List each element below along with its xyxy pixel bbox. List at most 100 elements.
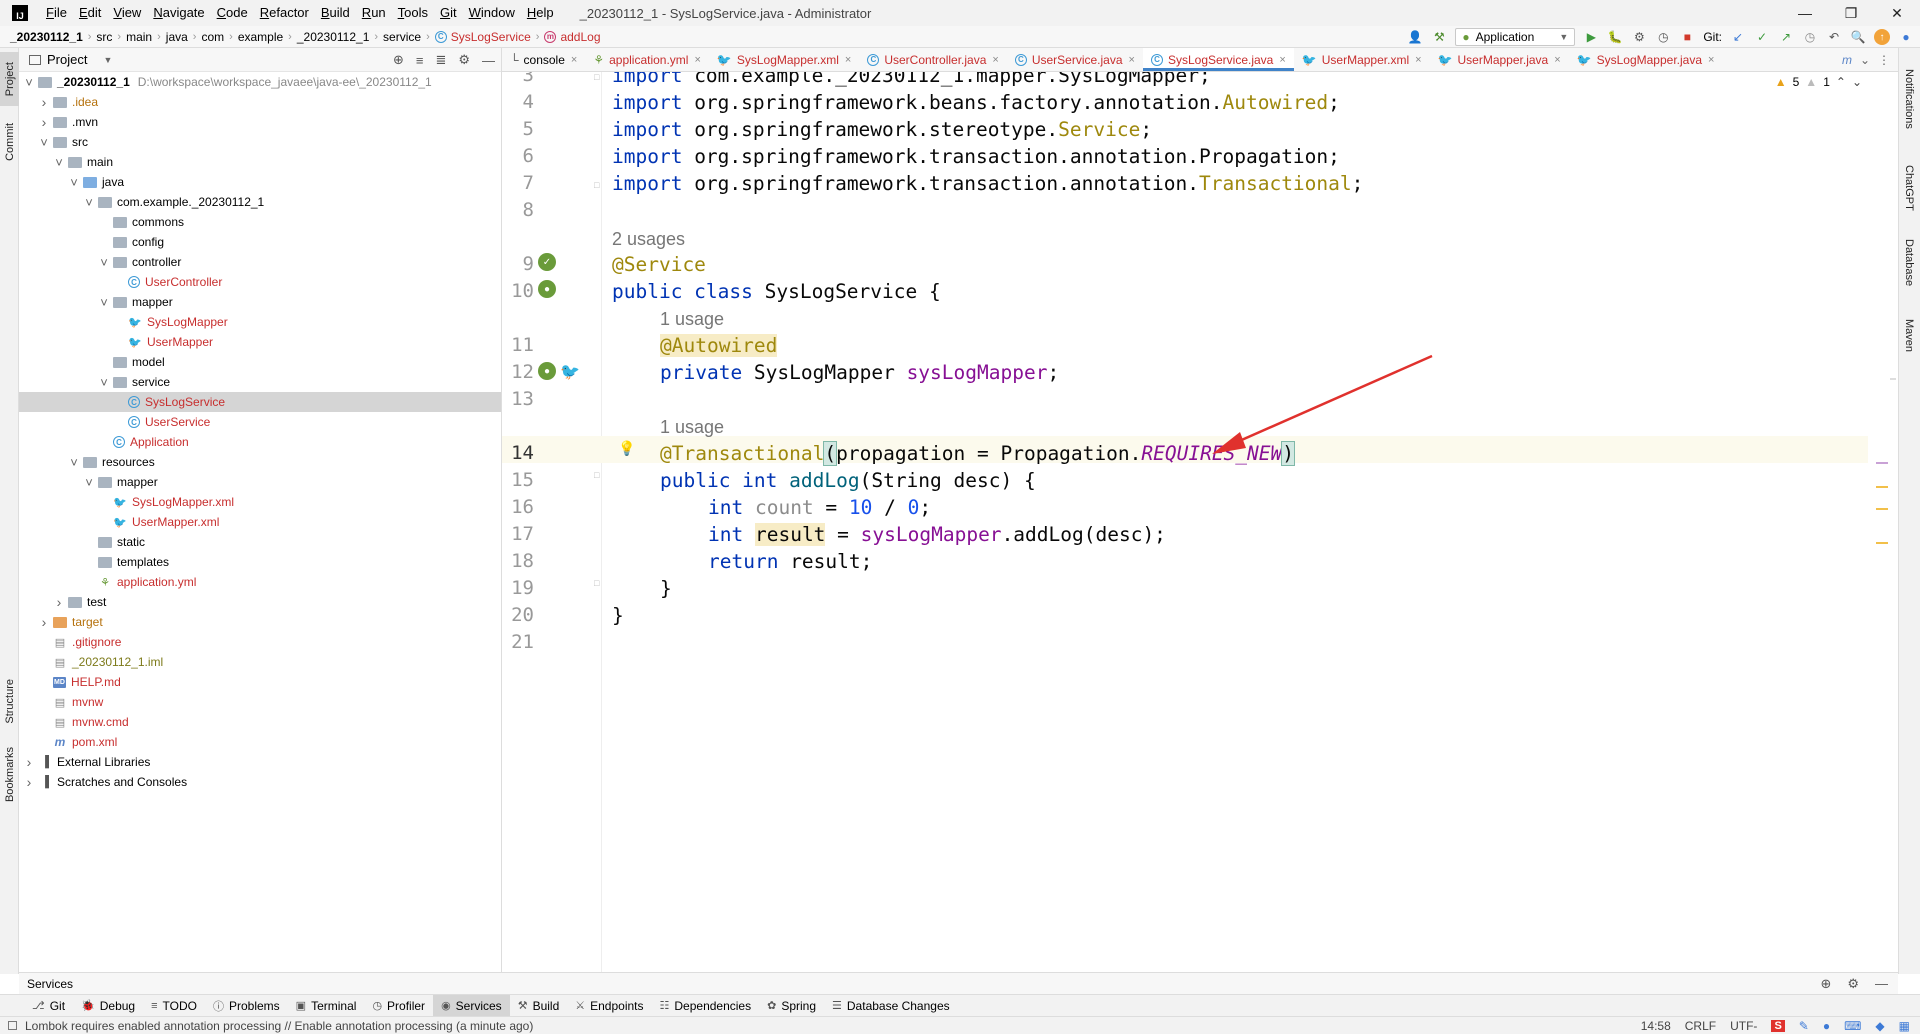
tree-item[interactable]: model (19, 352, 501, 372)
breadcrumb-item[interactable]: _20230112_1 (0, 30, 87, 44)
tree-item[interactable]: ⚘ application.yml (19, 572, 501, 592)
update-icon[interactable]: ↑ (1874, 29, 1890, 45)
spring-bean-icon[interactable]: ✓ (538, 253, 556, 271)
expand-all-icon[interactable]: ≡ (416, 53, 424, 68)
editor-tab[interactable]: └ console × (502, 48, 585, 71)
tree-item[interactable]: 🐦 UserMapper.xml (19, 512, 501, 532)
add-service-icon[interactable]: ⊕ (1820, 976, 1831, 992)
next-highlight-icon[interactable]: ⌄ (1852, 75, 1862, 89)
tree-item[interactable]: ˅ _20230112_1 D:\workspace\workspace_javae… (19, 72, 501, 92)
git-update-icon[interactable]: ↙ (1730, 29, 1746, 45)
bookmarks-tool-tab[interactable]: Bookmarks (0, 740, 19, 810)
tree-item[interactable]: ˅ com.example._20230112_1 (19, 192, 501, 212)
chevron-down-icon[interactable]: ˅ (98, 295, 110, 310)
chevron-right-icon[interactable]: › (53, 594, 65, 610)
bottom-tab-todo[interactable]: ≡ TODO (143, 995, 205, 1017)
tree-item[interactable]: ˅ controller (19, 252, 501, 272)
structure-tool-tab[interactable]: Structure (0, 668, 19, 734)
maven-tool-tab[interactable]: Maven (1898, 306, 1920, 366)
tree-item[interactable]: 🐦 SysLogMapper.xml (19, 492, 501, 512)
scrollbar-marker[interactable] (1876, 462, 1888, 464)
more-tabs-icon[interactable]: m (1842, 53, 1852, 67)
fold-icon[interactable]: □ (594, 180, 599, 190)
chevron-down-icon[interactable]: ˅ (53, 155, 65, 170)
close-tab-icon[interactable]: × (1279, 54, 1285, 66)
bottom-tab-terminal[interactable]: ▣ Terminal (288, 995, 365, 1017)
chevron-down-icon[interactable]: ˅ (68, 175, 80, 190)
tree-item[interactable]: ▤ mvnw (19, 692, 501, 712)
chevron-right-icon[interactable]: › (38, 94, 50, 110)
breadcrumb-item[interactable]: main (122, 30, 156, 44)
class-usages-hint[interactable]: 2 usages (612, 229, 685, 250)
minimize-icon[interactable]: — (1782, 0, 1828, 26)
mybatis-bird-icon[interactable]: 🐦 (560, 362, 580, 382)
chevron-down-icon[interactable]: ˅ (38, 135, 50, 150)
tree-item[interactable]: config (19, 232, 501, 252)
tree-item[interactable]: ˅ java (19, 172, 501, 192)
tree-item[interactable]: ˅ resources (19, 452, 501, 472)
file-encoding[interactable]: UTF- (1730, 1019, 1757, 1033)
tree-item[interactable]: ˅ mapper (19, 292, 501, 312)
chevron-right-icon[interactable]: › (38, 114, 50, 130)
editor-tab[interactable]: 🐦 UserMapper.java × (1430, 48, 1569, 71)
chatgpt-tool-tab[interactable]: ChatGPT (1898, 156, 1920, 220)
tree-item[interactable]: C SysLogService (19, 392, 501, 412)
search-icon[interactable]: 🔍 (1850, 29, 1866, 45)
editor-menu-icon[interactable]: ⋮ (1878, 53, 1890, 67)
tree-item[interactable]: 🐦 SysLogMapper (19, 312, 501, 332)
method-usages-hint[interactable]: 1 usage (660, 417, 724, 438)
editor-tab[interactable]: 🐦 SysLogMapper.xml × (709, 48, 859, 71)
collapse-all-icon[interactable]: ≣ (435, 52, 446, 68)
stop-icon[interactable]: ■ (1679, 29, 1695, 45)
git-history-icon[interactable]: ◷ (1802, 29, 1818, 45)
tree-item[interactable]: 🐦 UserMapper (19, 332, 501, 352)
tree-item[interactable]: › .idea (19, 92, 501, 112)
fold-icon[interactable]: □ (594, 470, 599, 480)
line-separator[interactable]: CRLF (1685, 1019, 1716, 1033)
bottom-tab-profiler[interactable]: ◷ Profiler (364, 995, 433, 1017)
menu-window[interactable]: Window (463, 0, 521, 26)
tree-item[interactable]: ▤ mvnw.cmd (19, 712, 501, 732)
status-message[interactable]: Lombok requires enabled annotation proce… (25, 1019, 533, 1033)
close-tab-icon[interactable]: × (571, 54, 577, 66)
menu-file[interactable]: File (40, 0, 73, 26)
project-panel-title[interactable]: Project (47, 52, 87, 67)
tree-item[interactable]: ˅ service (19, 372, 501, 392)
chevron-right-icon[interactable]: › (23, 774, 35, 790)
breadcrumb-item[interactable]: example (234, 30, 287, 44)
close-tab-icon[interactable]: × (694, 54, 700, 66)
bottom-tab-endpoints[interactable]: ⚔ Endpoints (567, 995, 651, 1017)
hide-panel-icon[interactable]: — (482, 53, 495, 68)
coverage-icon[interactable]: ⚙ (1631, 29, 1647, 45)
breadcrumb-item[interactable]: C SysLogService (431, 30, 535, 44)
tree-item[interactable]: commons (19, 212, 501, 232)
project-tool-tab[interactable]: Project (0, 52, 19, 106)
caret-position[interactable]: 14:58 (1641, 1019, 1671, 1033)
menu-run[interactable]: Run (356, 0, 392, 26)
menu-view[interactable]: View (107, 0, 147, 26)
close-tab-icon[interactable]: × (992, 54, 998, 66)
field-usages-hint[interactable]: 1 usage (660, 309, 724, 330)
hide-panel-icon[interactable]: — (1875, 976, 1888, 992)
debug-icon[interactable]: 🐛 (1607, 29, 1623, 45)
tree-item[interactable]: m pom.xml (19, 732, 501, 752)
menu-tools[interactable]: Tools (392, 0, 434, 26)
chevron-down-icon[interactable]: ˅ (23, 75, 35, 90)
editor-tab[interactable]: C UserController.java × (859, 48, 1006, 71)
editor-tab[interactable]: 🐦 SysLogMapper.java × (1569, 48, 1723, 71)
menu-build[interactable]: Build (315, 0, 356, 26)
close-icon[interactable]: ✕ (1874, 0, 1920, 26)
editor-tab[interactable]: 🐦 UserMapper.xml × (1294, 48, 1430, 71)
tree-item[interactable]: MD HELP.md (19, 672, 501, 692)
tree-item[interactable]: C Application (19, 432, 501, 452)
user-icon[interactable]: 👤 (1407, 29, 1423, 45)
rollback-icon[interactable]: ↶ (1826, 29, 1842, 45)
scrollbar-marker[interactable] (1876, 508, 1888, 510)
chevron-down-icon[interactable]: ˅ (68, 455, 80, 470)
chevron-down-icon[interactable]: ˅ (83, 475, 95, 490)
bottom-tab-database-changes[interactable]: ☰ Database Changes (824, 995, 958, 1017)
tree-item[interactable]: C UserController (19, 272, 501, 292)
chevron-down-icon[interactable]: ⌄ (1860, 53, 1870, 67)
tree-item[interactable]: › test (19, 592, 501, 612)
tree-item[interactable]: ˅ mapper (19, 472, 501, 492)
